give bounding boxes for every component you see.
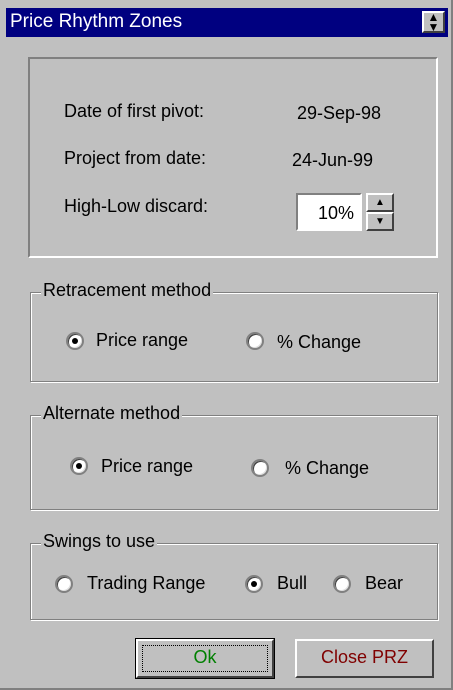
ok-focus-rect: [142, 645, 268, 672]
alternate-pct-change-radio[interactable]: [251, 459, 269, 477]
alternate-price-range-label[interactable]: Price range: [101, 456, 193, 477]
discard-input[interactable]: 10%: [296, 193, 362, 231]
spin-down-icon[interactable]: ▼: [366, 212, 394, 231]
swings-trading-range-label[interactable]: Trading Range: [87, 573, 205, 594]
swings-bull-radio[interactable]: [245, 575, 263, 593]
project-from-label: Project from date:: [64, 148, 207, 168]
ok-button[interactable]: Ok: [135, 638, 275, 679]
alternate-group: Alternate method: [30, 403, 438, 510]
alternate-price-range-radio[interactable]: [70, 457, 88, 475]
discard-label: High-Low discard:: [64, 196, 209, 216]
retracement-pct-change-label[interactable]: % Change: [277, 332, 361, 353]
project-from-value: 24-Jun-99: [292, 150, 374, 170]
up-down-arrows-icon[interactable]: ▲ ▼: [422, 11, 445, 33]
retracement-pct-change-radio[interactable]: [246, 332, 264, 350]
retracement-legend: Retracement method: [41, 280, 214, 301]
spin-up-icon[interactable]: ▲: [366, 193, 394, 212]
close-prz-button-label: Close PRZ: [320, 647, 409, 667]
alternate-legend: Alternate method: [41, 403, 183, 424]
first-pivot-label: Date of first pivot:: [64, 101, 205, 121]
retracement-price-range-label[interactable]: Price range: [96, 330, 188, 351]
window-title: Price Rhythm Zones: [10, 11, 183, 32]
close-prz-button[interactable]: Close PRZ: [295, 639, 434, 678]
swings-trading-range-radio[interactable]: [55, 575, 73, 593]
first-pivot-value: 29-Sep-98: [297, 103, 382, 123]
swings-bear-radio[interactable]: [333, 575, 351, 593]
alternate-pct-change-label[interactable]: % Change: [285, 458, 369, 479]
swings-bull-label[interactable]: Bull: [277, 573, 307, 594]
swings-legend: Swings to use: [41, 531, 158, 552]
discard-value: 10%: [317, 203, 354, 223]
title-bar[interactable]: Price Rhythm Zones ▲ ▼: [6, 8, 448, 37]
retracement-group: Retracement method: [30, 280, 438, 382]
retracement-price-range-radio[interactable]: [66, 332, 84, 350]
swings-bear-label[interactable]: Bear: [365, 573, 403, 594]
dialog-window: Price Rhythm Zones ▲ ▼ Date of first pivo…: [0, 0, 453, 690]
